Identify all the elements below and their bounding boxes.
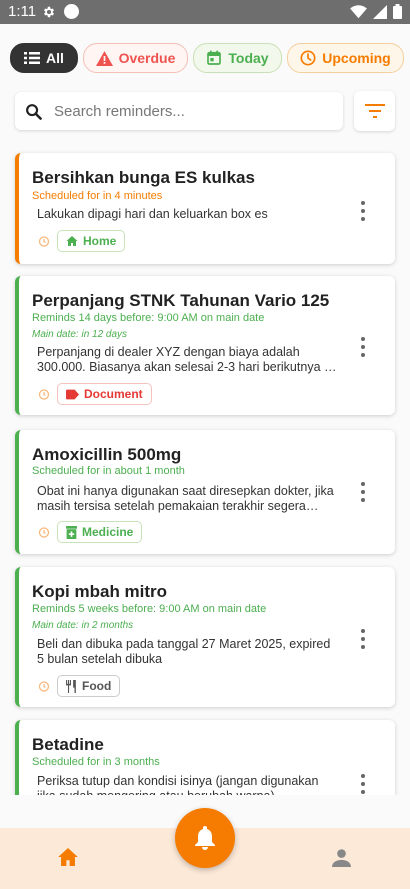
reminder-title: Kopi mbah mitro <box>32 582 168 601</box>
bell-icon <box>195 826 215 850</box>
search-icon <box>26 103 42 120</box>
reminder-title: Amoxicillin 500mg <box>32 445 182 464</box>
reminder-card[interactable]: Kopi mbah mitro Reminds 5 weeks before: … <box>15 567 395 707</box>
alarm-clock-icon <box>38 681 50 692</box>
filter-chips: All Overdue Today Upcoming <box>10 43 404 73</box>
tag-label: Food <box>82 679 112 693</box>
reminder-schedule: Scheduled for in 4 minutes <box>32 190 163 202</box>
reminder-description: Beli dan dibuka pada tanggal 27 Maret 20… <box>37 637 331 666</box>
more-options-icon[interactable] <box>359 201 367 221</box>
reminder-card[interactable]: Betadine Scheduled for in 3 months Perik… <box>15 720 395 795</box>
calendar-icon <box>207 50 222 65</box>
category-tag-home: Home <box>57 230 126 252</box>
reminder-schedule: Reminds 14 days before: 9:00 AM on main … <box>32 312 265 324</box>
reminder-card[interactable]: Perpanjang STNK Tahunan Vario 125 Remind… <box>15 276 395 415</box>
more-options-icon[interactable] <box>359 337 367 357</box>
status-time: 1:11 <box>8 3 37 20</box>
reminder-schedule: Reminds 5 weeks before: 9:00 AM on main … <box>32 603 267 615</box>
reminder-title: Betadine <box>32 735 104 754</box>
filter-today-label: Today <box>228 50 269 66</box>
restaurant-icon <box>66 679 76 693</box>
more-options-icon[interactable] <box>359 482 367 502</box>
reminder-main-date: Main date: in 2 months <box>32 620 134 631</box>
warning-icon <box>95 50 113 66</box>
filter-upcoming-chip[interactable]: Upcoming <box>287 43 404 73</box>
home-icon[interactable] <box>58 848 78 866</box>
search-input[interactable] <box>54 102 314 120</box>
category-tag-document: Document <box>57 383 152 405</box>
status-bar: 1:11 <box>0 0 410 24</box>
filter-all-label: All <box>46 50 64 66</box>
tag-label: Document <box>84 387 143 401</box>
more-options-icon[interactable] <box>359 629 367 649</box>
circle-status-icon <box>64 4 79 19</box>
tag-label: Home <box>83 234 117 248</box>
reminder-description: Obat ini hanya digunakan saat diresepkan… <box>37 484 334 513</box>
category-tag-food: Food <box>57 675 121 697</box>
reminder-schedule: Scheduled for in about 1 month <box>32 465 185 477</box>
filter-all-chip[interactable]: All <box>10 43 78 73</box>
list-icon <box>24 52 41 64</box>
signal-icon <box>373 4 387 19</box>
reminder-description: Periksa tutup dan kondisi isinya (jangan… <box>37 774 319 795</box>
reminder-schedule: Scheduled for in 3 months <box>32 756 160 768</box>
filter-overdue-chip[interactable]: Overdue <box>83 43 188 73</box>
reminder-title: Bersihkan bunga ES kulkas <box>32 168 255 187</box>
alarm-clock-icon <box>38 236 50 247</box>
filter-overdue-label: Overdue <box>118 50 176 66</box>
reminder-main-date: Main date: in 12 days <box>32 329 128 340</box>
tag-label: Medicine <box>82 525 134 539</box>
add-reminder-button[interactable] <box>175 808 235 868</box>
medicine-icon <box>66 525 77 539</box>
battery-icon <box>393 4 402 19</box>
reminder-description: Perpanjang di dealer XYZ dengan biaya ad… <box>37 345 334 374</box>
more-options-icon[interactable] <box>359 774 367 794</box>
reminder-card[interactable]: Bersihkan bunga ES kulkas Scheduled for … <box>15 153 395 264</box>
category-tag-medicine: Medicine <box>57 521 143 543</box>
alarm-clock-icon <box>38 527 50 538</box>
filter-upcoming-label: Upcoming <box>322 50 391 66</box>
filter-lines-icon <box>364 104 385 118</box>
reminder-title: Perpanjang STNK Tahunan Vario 125 <box>32 291 330 310</box>
sort-filter-button[interactable] <box>354 91 395 131</box>
reminder-list: Bersihkan bunga ES kulkas Scheduled for … <box>0 150 410 795</box>
profile-icon[interactable] <box>332 848 351 867</box>
label-icon <box>66 389 79 399</box>
reminder-card[interactable]: Amoxicillin 500mg Scheduled for in about… <box>15 430 395 554</box>
clock-icon <box>300 50 316 66</box>
home-icon <box>66 236 78 246</box>
reminder-description: Lakukan dipagi hari dan keluarkan box es <box>37 207 268 221</box>
settings-gear-icon <box>43 6 55 17</box>
filter-today-chip[interactable]: Today <box>193 43 282 73</box>
wifi-icon <box>350 4 367 18</box>
alarm-clock-icon <box>38 389 50 400</box>
search-box <box>15 92 343 130</box>
